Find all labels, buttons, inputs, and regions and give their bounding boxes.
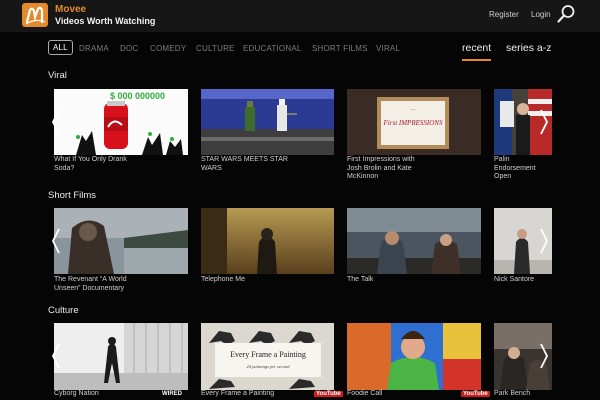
video-caption[interactable]: Telephone Me <box>201 276 291 285</box>
sign-top-text: — <box>410 108 417 113</box>
video-caption[interactable]: Foodie Call <box>347 390 427 399</box>
video-thumbnail[interactable]: $ 000 000000 <box>54 89 188 155</box>
video-thumbnail[interactable] <box>347 323 481 390</box>
video-thumbnail[interactable] <box>54 323 188 390</box>
filter-culture[interactable]: CULTURE <box>196 44 235 53</box>
filter-short-films[interactable]: SHORT FILMS <box>312 44 368 53</box>
movee-logo[interactable] <box>22 3 48 27</box>
video-caption[interactable]: Every Frame a Painting <box>201 390 291 399</box>
video-caption[interactable]: Park Bench <box>494 390 552 399</box>
video-thumbnail[interactable] <box>54 208 188 274</box>
search-icon[interactable] <box>556 4 576 24</box>
login-link[interactable]: Login <box>531 10 551 19</box>
video-thumbnail[interactable]: Every Frame a Painting 24 paintings per … <box>201 323 334 390</box>
brand-name: Movee <box>55 4 87 15</box>
filter-all[interactable]: ALL <box>48 40 73 55</box>
subtitle-card-text: 24 paintings per second <box>246 364 290 369</box>
title-card-text: Every Frame a Painting <box>230 350 306 359</box>
video-thumbnail[interactable]: — First IMPRESSIONS <box>347 89 481 155</box>
wired-logo: WIRED <box>162 391 182 397</box>
section-title-culture: Culture <box>48 305 79 316</box>
scroll-left-arrow[interactable] <box>50 96 62 148</box>
video-caption[interactable]: What If You Only Drank Soda? <box>54 156 140 173</box>
scroll-left-arrow[interactable] <box>50 215 62 267</box>
sort-series-a-z[interactable]: series a-z <box>506 42 552 54</box>
site-header: Movee Videos Worth Watching Register Log… <box>0 0 600 32</box>
video-thumbnail[interactable] <box>201 89 334 155</box>
video-thumbnail[interactable] <box>201 208 334 274</box>
filter-comedy[interactable]: COMEDY <box>150 44 186 53</box>
filter-doc[interactable]: DOC <box>120 44 138 53</box>
category-filter-bar: ALL DRAMA DOC COMEDY CULTURE EDUCATIONAL… <box>0 38 600 62</box>
scroll-right-arrow[interactable] <box>538 96 550 148</box>
scroll-right-arrow[interactable] <box>538 330 550 382</box>
video-caption[interactable]: First Impressions with Josh Brolin and K… <box>347 156 427 182</box>
filter-viral[interactable]: VIRAL <box>376 44 400 53</box>
section-title-short-films: Short Films <box>48 190 97 201</box>
video-caption[interactable]: The Talk <box>347 276 427 285</box>
scroll-right-arrow[interactable] <box>538 215 550 267</box>
first-impressions-sign: First IMPRESSIONS <box>383 119 443 127</box>
filter-drama[interactable]: DRAMA <box>79 44 109 53</box>
brand-tagline: Videos Worth Watching <box>55 16 156 26</box>
video-caption[interactable]: Palin Endorsement Open <box>494 156 552 182</box>
filter-educational[interactable]: EDUCATIONAL <box>243 44 302 53</box>
video-caption[interactable]: STAR WARS MEETS STAR WARS <box>201 156 291 173</box>
youtube-logo: YouTube <box>314 391 343 397</box>
video-caption[interactable]: Cyborg Nation <box>54 390 124 399</box>
youtube-logo: YouTube <box>461 391 490 397</box>
video-caption[interactable]: Nick Santore <box>494 276 552 285</box>
register-link[interactable]: Register <box>489 10 519 19</box>
video-caption[interactable]: The Revenant “A World Unseen” Documentar… <box>54 276 140 293</box>
section-title-viral: Viral <box>48 70 67 81</box>
scroll-left-arrow[interactable] <box>50 330 62 382</box>
money-banner: $ 000 000000 <box>110 91 165 101</box>
sort-recent[interactable]: recent <box>462 42 492 61</box>
video-thumbnail[interactable] <box>347 208 481 274</box>
